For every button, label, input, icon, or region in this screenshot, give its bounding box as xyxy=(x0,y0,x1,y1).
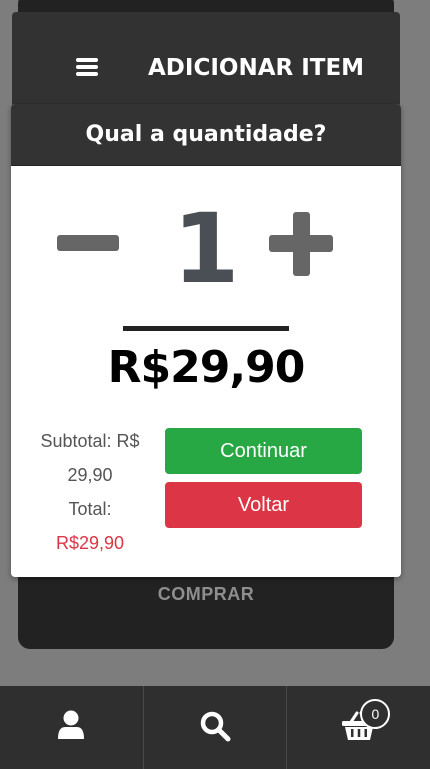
bottom-navigation: 0 xyxy=(0,686,430,769)
back-button[interactable]: Voltar xyxy=(165,482,362,528)
nav-item-account[interactable] xyxy=(0,686,144,769)
order-summary: Subtotal: R$ 29,90 Total: R$29,90 xyxy=(25,424,155,560)
header-title: ADICIONAR ITEM xyxy=(148,55,365,81)
subtotal-value: 29,90 xyxy=(67,465,113,485)
item-price: R$29,90 xyxy=(107,342,306,393)
continue-button[interactable]: Continuar xyxy=(165,428,362,474)
search-icon xyxy=(200,711,231,742)
quantity-underline xyxy=(123,326,289,331)
subtotal-label: Subtotal: R$ xyxy=(40,431,140,451)
user-icon xyxy=(58,710,85,739)
increase-quantity-button[interactable] xyxy=(269,212,333,276)
quantity-dialog: Qual a quantidade? 1 R$29,90 Subtotal: R… xyxy=(11,104,401,577)
nav-item-cart[interactable]: 0 xyxy=(287,686,430,769)
buy-button[interactable]: COMPRAR xyxy=(18,584,394,605)
app-header: ADICIONAR ITEM xyxy=(12,12,400,112)
total-label: Total: xyxy=(68,499,112,519)
decrease-quantity-button[interactable] xyxy=(57,235,119,251)
hamburger-menu-icon[interactable] xyxy=(76,58,98,76)
quantity-value: 1 xyxy=(172,193,240,305)
dialog-title: Qual a quantidade? xyxy=(11,104,401,166)
cart-count-badge: 0 xyxy=(360,699,391,729)
total-value: R$29,90 xyxy=(55,533,125,553)
nav-item-search[interactable] xyxy=(144,686,288,769)
